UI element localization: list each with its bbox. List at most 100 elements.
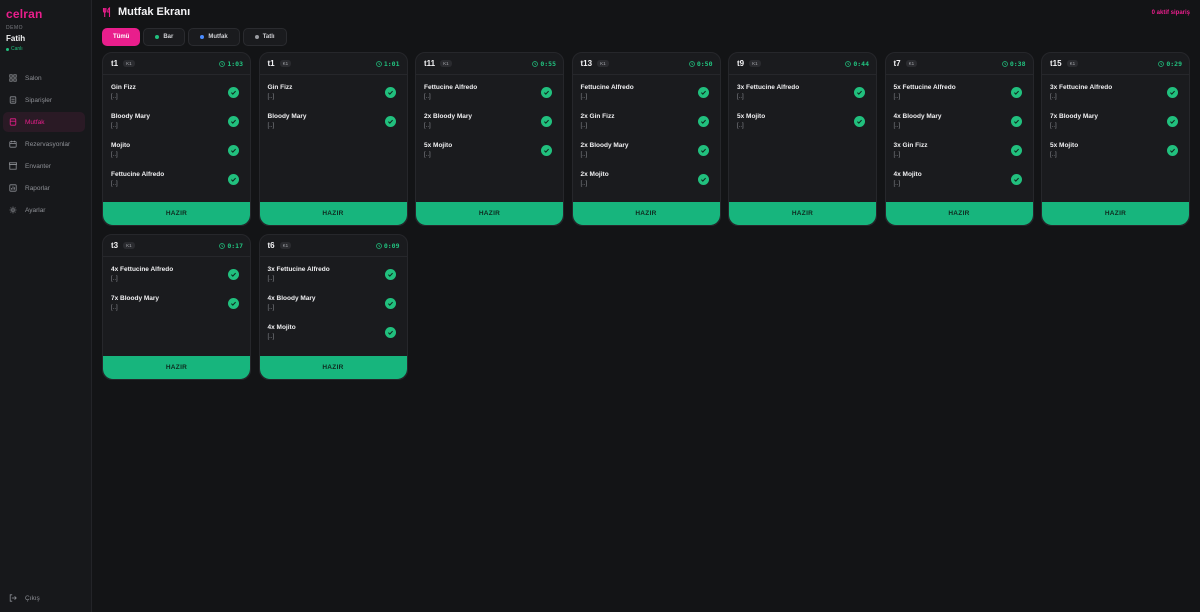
- ready-button[interactable]: HAZIR: [572, 202, 720, 225]
- status-indicator: Canlı: [6, 46, 23, 52]
- check-icon: [544, 90, 549, 95]
- logout-button[interactable]: Çıkış: [9, 594, 40, 602]
- check-button[interactable]: [228, 174, 239, 185]
- ready-button[interactable]: HAZIR: [729, 202, 876, 225]
- order-items: Fettucine Alfredo [..] 2x Bloody Mary [..]…: [416, 75, 563, 168]
- check-button[interactable]: [1010, 116, 1022, 127]
- sidebar-item-label: Mutfak: [25, 118, 45, 126]
- sidebar-item-mutfak[interactable]: Mutfak: [3, 112, 85, 132]
- check-button[interactable]: [228, 298, 239, 309]
- check-button[interactable]: [384, 327, 396, 338]
- check-button[interactable]: [384, 269, 396, 280]
- item-note: [..]: [111, 181, 118, 187]
- order-item: Bloody Mary [..]: [268, 110, 399, 139]
- tenant-label: DEMO: [6, 25, 23, 31]
- check-button[interactable]: [854, 116, 865, 127]
- order-card-header: t9 K1 0:44: [729, 53, 876, 75]
- item-name: 4x Bloody Mary: [893, 113, 942, 120]
- ready-button[interactable]: HAZIR: [103, 356, 250, 379]
- item-name: 5x Mojito: [737, 113, 766, 120]
- check-icon: [1013, 177, 1019, 182]
- order-item: 4x Mojito [..]: [268, 321, 399, 350]
- order-card-header: t13 K1 0:50: [572, 53, 720, 75]
- tab-kitchen[interactable]: Mutfak: [188, 28, 240, 46]
- order-item: Mojito [..]: [111, 139, 242, 168]
- order-item: Fettucine Alfredo [..]: [581, 81, 712, 110]
- order-card-header: t1 K1 1:01: [259, 53, 407, 75]
- sidebar-item-label: Salon: [25, 74, 42, 82]
- item-name: Mojito: [111, 142, 131, 149]
- order-card-header: t6 K1 0:09: [259, 235, 407, 257]
- check-button[interactable]: [1167, 87, 1178, 98]
- tab-bar[interactable]: Bar: [143, 28, 186, 46]
- user-name: Fatih: [6, 34, 26, 43]
- tab-all[interactable]: Tümü: [102, 28, 141, 46]
- order-item: Gin Fizz [..]: [268, 81, 399, 110]
- tab-label: Bar: [163, 34, 174, 40]
- check-button[interactable]: [697, 145, 709, 156]
- sidebar-item-siparisler[interactable]: Siparişler: [3, 90, 85, 110]
- order-item: 4x Mojito [..]: [894, 168, 1025, 197]
- item-note: [..]: [267, 94, 275, 100]
- kitchen-dot-icon: [200, 35, 205, 39]
- order-badge: K1: [279, 60, 292, 67]
- tab-dessert[interactable]: Tatlı: [242, 28, 287, 46]
- check-button[interactable]: [854, 87, 865, 98]
- item-note: [..]: [1050, 152, 1057, 158]
- sidebar-item-envanter[interactable]: Envanter: [3, 156, 85, 176]
- item-name: 5x Mojito: [1050, 142, 1079, 149]
- sidebar-item-rezervasyonlar[interactable]: Rezervasyonlar: [3, 134, 85, 154]
- check-button[interactable]: [228, 116, 239, 127]
- sidebar-item-salon[interactable]: Salon: [3, 68, 85, 88]
- clock-icon: [219, 61, 226, 67]
- ready-button[interactable]: HAZIR: [416, 202, 563, 225]
- check-button[interactable]: [697, 174, 709, 185]
- check-button[interactable]: [1167, 116, 1178, 127]
- ready-button[interactable]: HAZIR: [259, 356, 407, 379]
- order-item: 7x Bloody Mary [..]: [1050, 110, 1181, 139]
- timer-value: 0:29: [1166, 60, 1182, 68]
- check-button[interactable]: [1010, 174, 1022, 185]
- order-item: Fettucine Alfredo [..]: [111, 168, 242, 197]
- ready-button[interactable]: HAZIR: [259, 202, 407, 225]
- check-button[interactable]: [384, 116, 396, 127]
- check-button[interactable]: [228, 269, 239, 280]
- report-icon: [9, 184, 17, 192]
- check-button[interactable]: [541, 116, 552, 127]
- order-item: 4x Fettucine Alfredo [..]: [111, 263, 242, 292]
- check-button[interactable]: [1010, 145, 1022, 156]
- item-note: [..]: [424, 123, 431, 129]
- order-card-header: t1 K1 1:03: [103, 53, 250, 75]
- item-note: [..]: [111, 123, 118, 129]
- ready-button[interactable]: HAZIR: [885, 202, 1033, 225]
- item-note: [..]: [893, 94, 901, 100]
- order-timer: 1:01: [375, 60, 400, 68]
- sidebar-item-label: Raporlar: [25, 184, 50, 192]
- check-button[interactable]: [1167, 145, 1178, 156]
- item-name: 2x Bloody Mary: [580, 142, 629, 149]
- table-number: t3: [111, 241, 119, 250]
- check-button[interactable]: [228, 87, 239, 98]
- check-button[interactable]: [697, 116, 709, 127]
- check-button[interactable]: [541, 145, 552, 156]
- sidebar-item-raporlar[interactable]: Raporlar: [3, 178, 85, 198]
- item-name: 2x Mojito: [580, 171, 609, 178]
- sidebar-item-ayarlar[interactable]: Ayarlar: [3, 200, 85, 220]
- item-name: 5x Mojito: [424, 142, 453, 149]
- brand-logo[interactable]: celran: [6, 7, 43, 21]
- check-button[interactable]: [384, 298, 396, 309]
- dessert-dot-icon: [254, 35, 259, 39]
- order-item: 5x Mojito [..]: [737, 110, 868, 139]
- tab-label: Tümü: [113, 34, 130, 40]
- check-button[interactable]: [384, 87, 396, 98]
- filter-tabs: Tümü Bar Mutfak Tatlı: [102, 28, 287, 46]
- check-button[interactable]: [228, 145, 239, 156]
- order-badge: K1: [123, 60, 135, 67]
- order-item: 2x Gin Fizz [..]: [581, 110, 712, 139]
- check-button[interactable]: [697, 87, 709, 98]
- ready-button[interactable]: HAZIR: [103, 202, 250, 225]
- check-button[interactable]: [1010, 87, 1022, 98]
- item-note: [..]: [580, 94, 588, 100]
- ready-button[interactable]: HAZIR: [1042, 202, 1189, 225]
- check-button[interactable]: [541, 87, 552, 98]
